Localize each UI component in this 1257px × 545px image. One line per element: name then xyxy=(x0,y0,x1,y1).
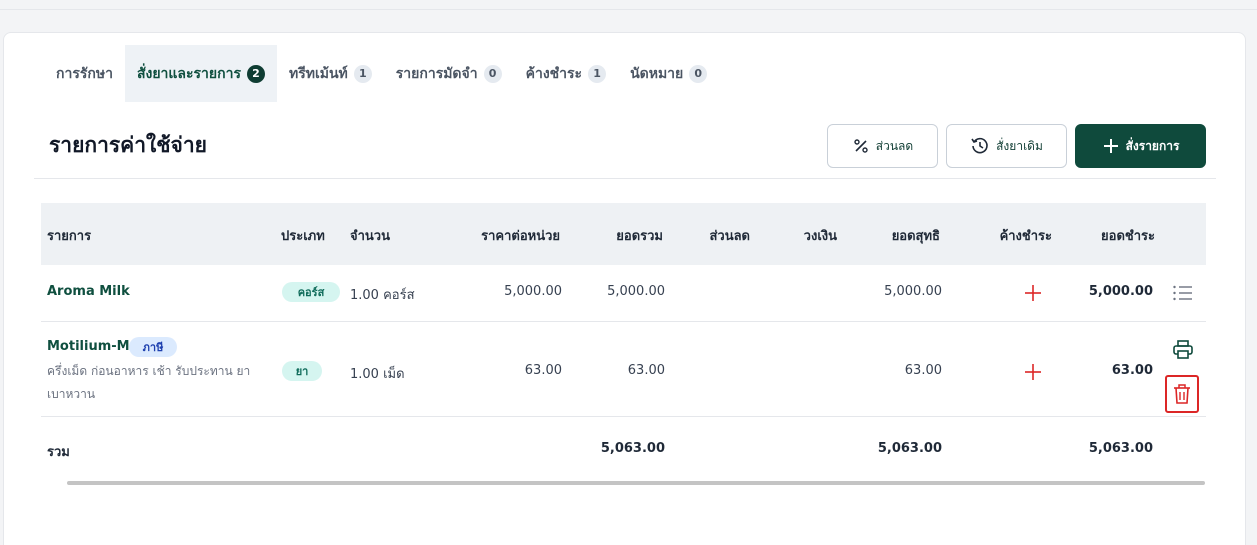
type-badge: คอร์ส xyxy=(282,282,340,302)
tab-orders[interactable]: สั่งยาและรายการ 2 xyxy=(124,45,277,102)
print-button[interactable] xyxy=(1171,338,1195,362)
column-header: รายการ xyxy=(47,229,92,244)
summary-label: รวม xyxy=(47,445,70,460)
column-header: ประเภท xyxy=(281,229,325,244)
quantity: 1.00 คอร์ส xyxy=(350,288,415,303)
tab-treatment[interactable]: การรักษา xyxy=(44,45,125,102)
reorder-button[interactable]: สั่งยาเดิม xyxy=(946,124,1067,168)
plus-icon xyxy=(1025,285,1041,301)
tab-label: ทรีทเม้นท์ xyxy=(288,65,348,82)
outstanding-add-button[interactable] xyxy=(1022,282,1044,304)
column-header: ยอดรวม xyxy=(616,229,663,244)
tab-bar: การรักษา สั่งยาและรายการ 2 ทรีทเม้นท์ 1 รา… xyxy=(44,45,719,102)
unit-price: 63.00 xyxy=(524,363,562,378)
tab-count-badge: 1 xyxy=(588,64,607,83)
paid-amount: 5,000.00 xyxy=(1088,284,1153,299)
discount-button-label: ส่วนลด xyxy=(875,138,914,153)
total: 63.00 xyxy=(627,363,665,378)
unit-price: 5,000.00 xyxy=(504,284,562,299)
column-header: ยอดสุทธิ xyxy=(891,229,940,244)
plus-icon xyxy=(1102,137,1120,155)
summary-net: 5,063.00 xyxy=(877,441,942,456)
tab-treatments[interactable]: ทรีทเม้นท์ 1 xyxy=(277,45,384,102)
horizontal-scrollbar[interactable] xyxy=(67,481,1205,485)
item-name[interactable]: Motilium-M xyxy=(47,339,130,354)
table-header: รายการ ประเภท จำนวน ราคาต่อหน่วย ยอดรวม … xyxy=(41,203,1206,265)
percent-icon xyxy=(852,137,870,155)
tab-count-badge: 0 xyxy=(483,64,502,83)
top-bar xyxy=(0,0,1257,10)
summary-paid: 5,063.00 xyxy=(1088,441,1153,456)
tab-count-badge: 0 xyxy=(689,64,708,83)
item-note: ครึ่งเม็ด ก่อนอาหาร เช้า รับประทาน ยาเบา… xyxy=(47,364,251,401)
tab-count-badge: 2 xyxy=(246,64,265,83)
reorder-button-label: สั่งยาเดิม xyxy=(996,138,1043,153)
row-menu-button[interactable] xyxy=(1171,281,1195,305)
tab-label: สั่งยาและรายการ xyxy=(136,65,241,82)
row-divider xyxy=(41,321,1206,322)
section-title: รายการค่าใช้จ่าย xyxy=(49,133,207,157)
delete-button[interactable] xyxy=(1165,375,1199,413)
net-amount: 63.00 xyxy=(904,363,942,378)
column-header: ราคาต่อหน่วย xyxy=(481,229,560,244)
column-header: ยอดชำระ xyxy=(1101,229,1155,244)
header-divider xyxy=(34,178,1216,179)
discount-button[interactable]: ส่วนลด xyxy=(827,124,938,168)
history-icon xyxy=(970,136,990,156)
column-header: ค้างชำระ xyxy=(999,229,1052,244)
plus-icon xyxy=(1025,364,1041,380)
column-header: ส่วนลด xyxy=(709,229,750,244)
tab-label: รายการมัดจำ xyxy=(395,65,478,82)
trash-icon xyxy=(1174,384,1190,404)
paid-amount: 63.00 xyxy=(1111,363,1153,378)
printer-icon xyxy=(1173,340,1193,359)
tab-appointments[interactable]: นัดหมาย 0 xyxy=(618,45,719,102)
add-order-button-label: สั่งรายการ xyxy=(1125,138,1180,153)
tab-label: ค้างชำระ xyxy=(525,65,583,82)
add-order-button[interactable]: สั่งรายการ xyxy=(1075,124,1206,168)
outstanding-add-button[interactable] xyxy=(1022,361,1044,383)
tab-outstanding[interactable]: ค้างชำระ 1 xyxy=(514,45,618,102)
row-divider xyxy=(41,416,1206,417)
order-card: การรักษา สั่งยาและรายการ 2 ทรีทเม้นท์ 1 รา… xyxy=(3,32,1246,545)
column-header: จำนวน xyxy=(350,229,390,244)
item-name[interactable]: Aroma Milk xyxy=(47,284,130,299)
tab-deposits[interactable]: รายการมัดจำ 0 xyxy=(384,45,514,102)
tab-label: นัดหมาย xyxy=(630,65,684,82)
tab-count-badge: 1 xyxy=(353,64,372,83)
total: 5,000.00 xyxy=(607,284,665,299)
net-amount: 5,000.00 xyxy=(884,284,942,299)
list-icon xyxy=(1173,285,1192,301)
tab-label: การรักษา xyxy=(56,65,113,82)
quantity: 1.00 เม็ด xyxy=(350,367,405,382)
tax-badge: ภาษี xyxy=(129,337,177,357)
summary-total: 5,063.00 xyxy=(600,441,665,456)
column-header: วงเงิน xyxy=(803,229,837,244)
type-badge: ยา xyxy=(282,361,322,381)
